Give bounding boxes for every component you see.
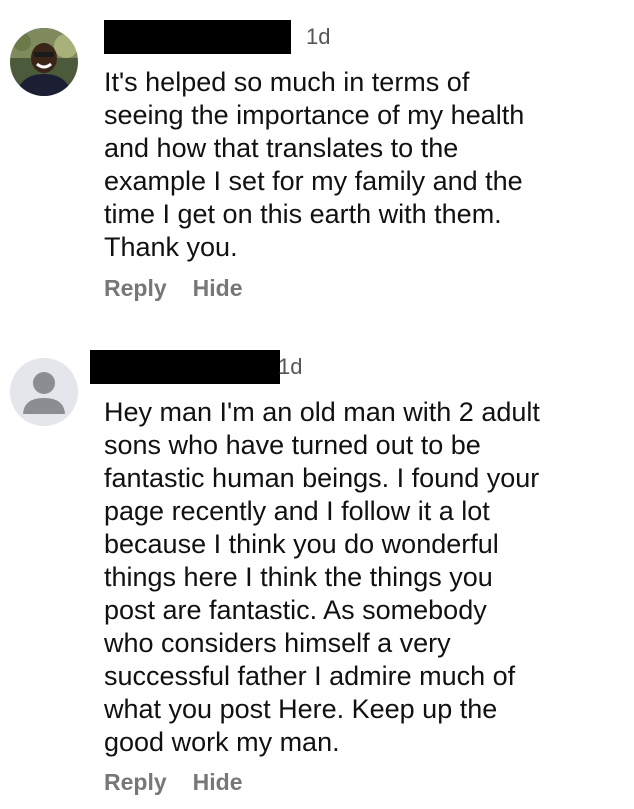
comment-text-line: example I set for my family and the [104,166,523,196]
comment-text: It's helped so much in terms of seeing t… [104,66,614,264]
comment-timestamp: 1d [278,354,303,379]
comment-2: 1d Hey man I'm an old man with 2 adult s… [0,320,634,809]
avatar-photo-icon [10,28,78,96]
comment-text-line: sons who have turned out to be [104,430,481,460]
comment-text-line: seeing the importance of my health [104,100,525,130]
comment-text-line: what you post Here. Keep up the [104,694,498,724]
comment-text-line: page recently and I follow it a lot [104,496,490,526]
redacted-name [90,350,280,384]
comment-text-line: who considers himself a very [104,628,451,658]
user-avatar[interactable] [10,358,78,426]
user-avatar[interactable] [10,28,78,96]
comment-text-line: Thank you. [104,232,238,262]
comment-timestamp: 1d [306,24,331,49]
comment-text-line: successful father I admire much of [104,661,516,691]
hide-button[interactable]: Hide [193,769,243,795]
reply-button[interactable]: Reply [104,769,167,795]
reply-button[interactable]: Reply [104,275,167,301]
comment-text-line: post are fantastic. As somebody [104,595,487,625]
comment-text: Hey man I'm an old man with 2 adult sons… [104,396,614,759]
comment-actions: Reply Hide [104,768,242,796]
default-avatar-icon [10,358,78,426]
comment-text-line: Hey man I'm an old man with 2 adult [104,397,540,427]
comment-text-line: good work my man. [104,727,340,757]
comment-text-line: because I think you do wonderful [104,529,499,559]
hide-button[interactable]: Hide [193,275,243,301]
comment-text-line: fantastic human beings. I found your [104,463,540,493]
comment-actions: Reply Hide [104,274,242,302]
comment-text-line: and how that translates to the [104,133,459,163]
comment-1: 1d It's helped so much in terms of seein… [0,0,634,320]
comment-text-line: things here I think the things you [104,562,493,592]
comment-text-line: time I get on this earth with them. [104,199,502,229]
redacted-name [104,20,291,54]
comment-text-line: It's helped so much in terms of [104,67,470,97]
